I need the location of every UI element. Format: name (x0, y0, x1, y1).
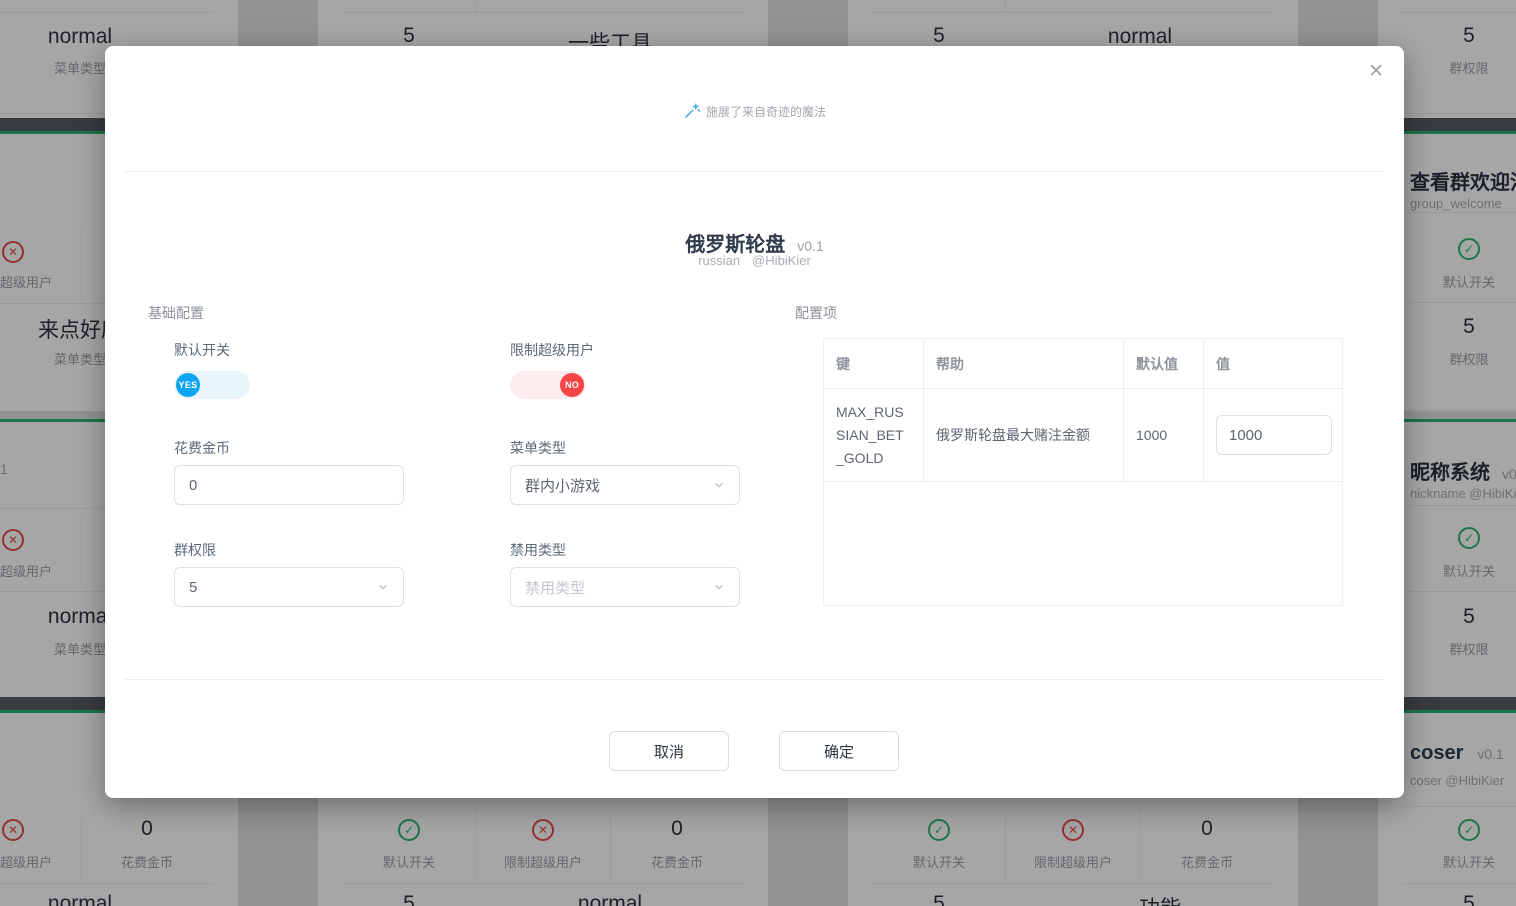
col-header-help: 帮助 (924, 339, 1124, 389)
table-empty-row (824, 482, 1343, 606)
config-key-cell: MAX_RUSSIAN_BET_GOLD (824, 389, 924, 482)
magic-caption: 施展了来自奇迹的魔法 (706, 103, 826, 120)
config-default-cell: 1000 (1124, 389, 1204, 482)
chevron-down-icon (713, 581, 725, 593)
col-header-key: 键 (824, 339, 924, 389)
table-header-row: 键 帮助 默认值 值 (824, 339, 1343, 389)
default-switch-toggle[interactable]: YES (174, 371, 250, 399)
group-level-label: 群权限 (174, 540, 216, 560)
config-value-cell (1204, 389, 1343, 482)
plugin-subtitle: russian @HibiKier (105, 253, 1404, 268)
header-divider (125, 171, 1384, 172)
default-switch-label: 默认开关 (174, 340, 230, 360)
group-level-value: 5 (189, 579, 197, 596)
cost-gold-input[interactable] (174, 465, 404, 505)
confirm-button[interactable]: 确定 (779, 731, 899, 771)
chevron-down-icon (377, 581, 389, 593)
menu-type-value: 群内小游戏 (525, 475, 600, 496)
toggle-knob: YES (176, 373, 200, 397)
footer-divider (125, 679, 1384, 680)
close-icon[interactable]: ✕ (1368, 62, 1384, 81)
limit-superuser-toggle[interactable]: NO (510, 371, 586, 399)
group-level-select[interactable]: 5 (174, 567, 404, 607)
screen: normal 菜单类型 5 一些工具 5 normal 5 群权限 查看群欢迎消… (0, 0, 1516, 906)
menu-type-label: 菜单类型 (510, 438, 566, 458)
plugin-version: v0.1 (797, 238, 823, 254)
plugin-module: russian (698, 253, 740, 268)
menu-type-select[interactable]: 群内小游戏 (510, 465, 740, 505)
block-type-placeholder: 禁用类型 (525, 577, 585, 598)
modal-header: 施展了来自奇迹的魔法 (105, 102, 1404, 120)
table-empty-area (824, 482, 1343, 606)
toggle-knob: NO (560, 373, 584, 397)
cancel-button[interactable]: 取消 (609, 731, 729, 771)
col-header-value: 值 (1204, 339, 1343, 389)
table-row: MAX_RUSSIAN_BET_GOLD 俄罗斯轮盘最大赌注金额 1000 (824, 389, 1343, 482)
config-help-cell: 俄罗斯轮盘最大赌注金额 (924, 389, 1124, 482)
section-basic-config: 基础配置 (148, 303, 204, 323)
config-items-table: 键 帮助 默认值 值 MAX_RUSSIAN_BET_GOLD 俄罗斯轮盘最大赌… (823, 338, 1343, 606)
magic-wand-icon (683, 102, 701, 120)
config-value-input[interactable] (1216, 415, 1332, 455)
plugin-author: @HibiKier (752, 253, 811, 268)
plugin-config-modal: ✕ 施展了来自奇迹的魔法 俄罗斯轮盘v0.1 russian@HibiKier … (105, 46, 1404, 798)
section-config-items: 配置项 (795, 303, 837, 323)
chevron-down-icon (713, 479, 725, 491)
block-type-select[interactable]: 禁用类型 (510, 567, 740, 607)
col-header-default: 默认值 (1124, 339, 1204, 389)
limit-superuser-label: 限制超级用户 (510, 340, 594, 360)
block-type-label: 禁用类型 (510, 540, 566, 560)
cost-gold-label: 花费金币 (174, 438, 230, 458)
